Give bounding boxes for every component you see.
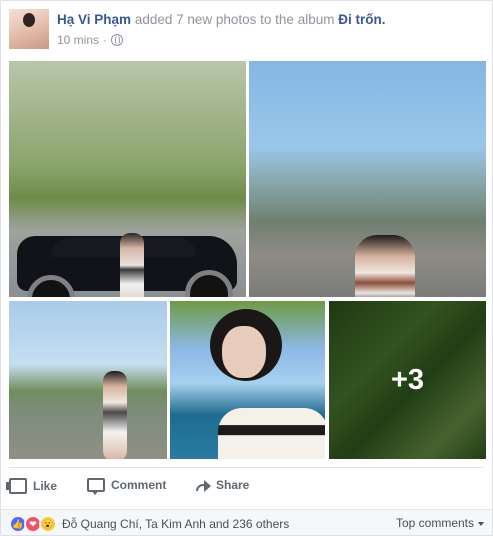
person-shape	[120, 233, 144, 297]
post-time[interactable]: 10 mins	[57, 33, 99, 47]
post-meta: 10 mins ·	[57, 33, 124, 47]
thumbs-up-icon	[6, 478, 27, 494]
author-link[interactable]: Hạ Vi Phạm	[57, 12, 131, 27]
reaction-text[interactable]: Đỗ Quang Chí, Ta Kim Anh and 236 others	[62, 517, 289, 531]
person-shape	[103, 371, 127, 459]
reaction-summary[interactable]: 👍 ❤ 😮 Đỗ Quang Chí, Ta Kim Anh and 236 o…	[9, 515, 289, 533]
post-card: Hạ Vi Phạm added 7 new photos to the alb…	[0, 0, 493, 536]
person-shape	[355, 235, 415, 297]
share-label: Share	[216, 478, 250, 492]
top-comments-dropdown[interactable]: Top comments	[396, 516, 484, 530]
person-face-shape	[222, 326, 266, 378]
photo-1[interactable]	[9, 61, 246, 297]
person-shirt-shape	[218, 408, 325, 459]
avatar[interactable]	[9, 9, 49, 49]
more-photos-count[interactable]: +3	[329, 301, 486, 459]
share-icon	[196, 480, 211, 492]
photo-4[interactable]	[170, 301, 325, 459]
like-label: Like	[33, 479, 58, 493]
meta-separator: ·	[103, 33, 108, 47]
post-headline: Hạ Vi Phạm added 7 new photos to the alb…	[57, 12, 385, 27]
divider	[9, 467, 484, 468]
photo-2[interactable]	[249, 61, 486, 297]
comment-label: Comment	[111, 478, 167, 492]
comment-icon	[87, 478, 105, 495]
globe-icon	[111, 34, 124, 46]
photo-3[interactable]	[9, 301, 167, 459]
wow-reaction-icon: 😮	[39, 515, 57, 533]
comment-button[interactable]: Comment	[87, 478, 167, 495]
photo-5-more[interactable]: +3	[329, 301, 486, 459]
album-link[interactable]: Đi trốn.	[338, 12, 385, 27]
post-action-text: added 7 new photos to the album	[134, 12, 335, 27]
post-header: Hạ Vi Phạm added 7 new photos to the alb…	[9, 9, 484, 53]
reactions-bar: 👍 ❤ 😮 Đỗ Quang Chí, Ta Kim Anh and 236 o…	[1, 509, 492, 535]
post-actions: Like Comment Share	[6, 473, 484, 501]
like-button[interactable]: Like	[6, 478, 58, 494]
share-button[interactable]: Share	[196, 478, 249, 492]
